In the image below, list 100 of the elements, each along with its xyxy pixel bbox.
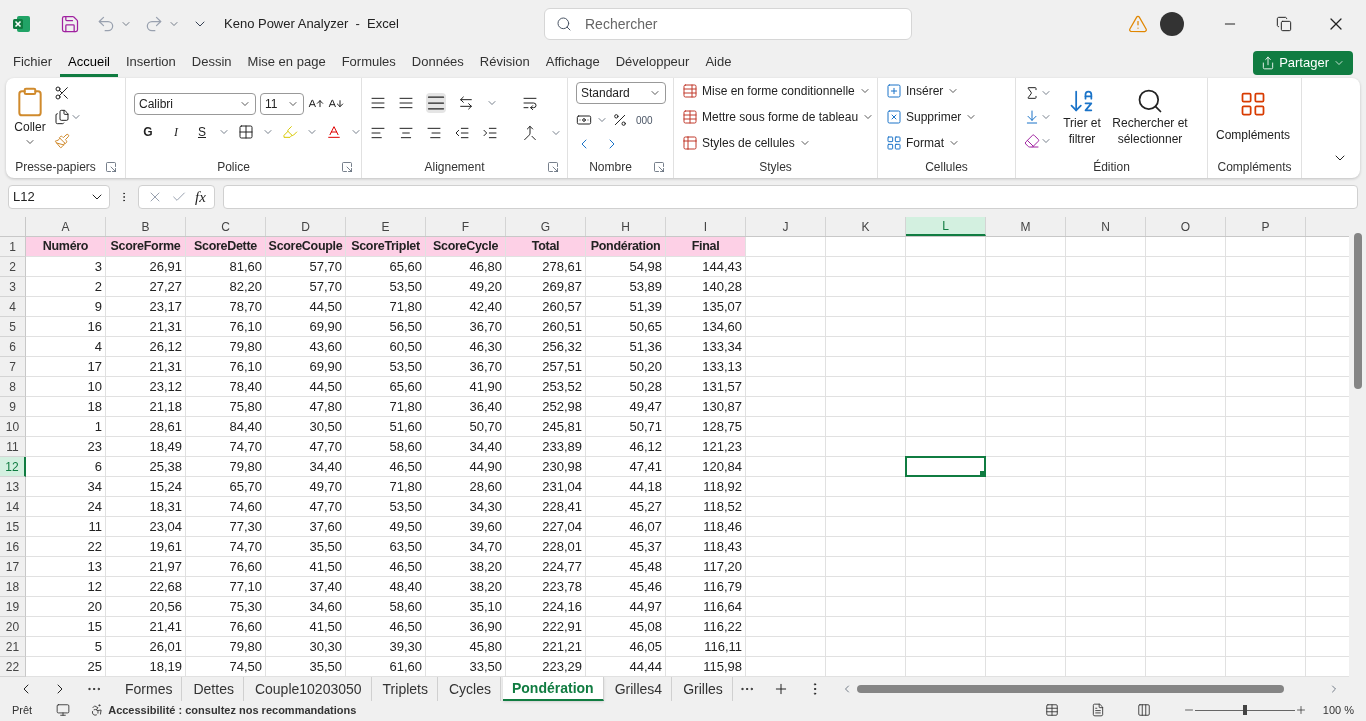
sheet-tab[interactable]: Pondération: [503, 677, 604, 701]
name-box[interactable]: L12: [8, 185, 110, 209]
ribbon-tab[interactable]: Affichage: [537, 49, 608, 77]
row-header[interactable]: 4: [0, 297, 26, 317]
zoom-in-icon[interactable]: [1294, 704, 1307, 716]
ribbon-tab[interactable]: Formules: [333, 49, 404, 77]
cells-menu-button[interactable]: Supprimer: [886, 108, 978, 126]
column-header[interactable]: J: [746, 217, 826, 236]
find-select-button[interactable]: Rechercher et sélectionner: [1108, 87, 1192, 147]
sort-filter-button[interactable]: Trier et filtrer: [1060, 87, 1104, 147]
empty-cells-area[interactable]: [746, 237, 1349, 677]
row-header[interactable]: 10: [0, 417, 26, 437]
column-header[interactable]: E: [346, 217, 426, 236]
sheet-tab[interactable]: Dettes: [184, 677, 244, 701]
align-bottom-icon[interactable]: [426, 93, 446, 113]
formula-input[interactable]: [222, 185, 1358, 209]
font-color-icon[interactable]: [326, 124, 342, 140]
align-center-icon[interactable]: [398, 125, 414, 141]
wrap-text-icon[interactable]: [522, 95, 538, 111]
row-header[interactable]: 5: [0, 317, 26, 337]
avatar[interactable]: [1160, 12, 1184, 36]
bold-button[interactable]: G: [138, 123, 158, 141]
align-top-icon[interactable]: [370, 95, 386, 111]
normal-view-icon[interactable]: [1044, 703, 1059, 717]
row-header[interactable]: 8: [0, 377, 26, 397]
align-middle-icon[interactable]: [398, 95, 414, 111]
page-break-icon[interactable]: [1136, 703, 1151, 717]
cells-menu-button[interactable]: Insérer: [886, 82, 978, 100]
row-header[interactable]: 19: [0, 597, 26, 617]
row-header[interactable]: 22: [0, 657, 26, 677]
eraser-icon[interactable]: [1024, 133, 1040, 149]
currency-icon[interactable]: [576, 112, 592, 128]
row-header[interactable]: 21: [0, 637, 26, 657]
column-header[interactable]: I: [666, 217, 746, 236]
fill-color-icon[interactable]: [282, 124, 298, 140]
column-header[interactable]: C: [186, 217, 266, 236]
decrease-indent-icon[interactable]: [454, 125, 470, 141]
add-ins-button[interactable]: Compléments: [1216, 90, 1291, 144]
dialog-launcher-icon[interactable]: [653, 161, 665, 173]
column-header[interactable]: B: [106, 217, 186, 236]
align-right-icon[interactable]: [426, 125, 442, 141]
number-format-dropdown[interactable]: Standard: [576, 82, 666, 104]
font-name-dropdown[interactable]: Calibri: [134, 93, 256, 115]
sheet-tab[interactable]: Grilles: [674, 677, 733, 701]
column-header[interactable]: N: [1066, 217, 1146, 236]
increase-indent-icon[interactable]: [482, 125, 498, 141]
row-header[interactable]: 13: [0, 477, 26, 497]
font-size-dropdown[interactable]: 11: [260, 93, 304, 115]
italic-button[interactable]: I: [166, 123, 186, 141]
zoom-slider[interactable]: [1194, 705, 1295, 715]
column-header[interactable]: G: [506, 217, 586, 236]
sum-icon[interactable]: [1024, 85, 1040, 101]
ribbon-tab[interactable]: Données: [403, 49, 472, 77]
search-field[interactable]: Rechercher: [544, 8, 912, 40]
ribbon-tab[interactable]: Révision: [471, 49, 538, 77]
insert-function-button[interactable]: fx: [195, 185, 206, 209]
column-header[interactable]: P: [1226, 217, 1306, 236]
paste-button[interactable]: Coller: [14, 86, 46, 148]
column-header[interactable]: O: [1146, 217, 1226, 236]
borders-icon[interactable]: [238, 124, 254, 140]
column-header[interactable]: D: [266, 217, 346, 236]
row-header[interactable]: 18: [0, 577, 26, 597]
ribbon-tab[interactable]: Fichier: [5, 49, 60, 77]
sheet-tab[interactable]: Formes: [116, 677, 183, 701]
row-header[interactable]: 20: [0, 617, 26, 637]
sheet-tab[interactable]: Cycles: [439, 677, 501, 701]
page-layout-icon[interactable]: [1090, 703, 1105, 717]
row-header[interactable]: 16: [0, 537, 26, 557]
column-header[interactable]: A: [26, 217, 106, 236]
styles-menu-button[interactable]: Mise en forme conditionnelle: [682, 82, 875, 100]
restore-icon[interactable]: [1276, 16, 1292, 32]
sheet-tab[interactable]: Couple10203050: [245, 677, 372, 701]
row-header[interactable]: 17: [0, 557, 26, 577]
active-cell[interactable]: [905, 456, 986, 477]
thousands-separator-button[interactable]: 000: [636, 112, 653, 128]
styles-menu-button[interactable]: Mettre sous forme de tableau: [682, 108, 875, 126]
column-header[interactable]: L: [906, 217, 986, 236]
sheet-tab[interactable]: Grilles4: [605, 677, 673, 701]
accessibility-status[interactable]: Accessibilité : consultez nos recommandations: [108, 701, 357, 719]
column-header[interactable]: M: [986, 217, 1066, 236]
row-header[interactable]: 7: [0, 357, 26, 377]
percent-icon[interactable]: [612, 112, 628, 128]
align-left-icon[interactable]: [370, 125, 386, 141]
dialog-launcher-icon[interactable]: [547, 161, 559, 173]
ribbon-tab[interactable]: Mise en page: [239, 49, 334, 77]
accessibility-icon[interactable]: [90, 703, 105, 717]
zoom-level[interactable]: 100 %: [1322, 701, 1354, 719]
row-header[interactable]: 11: [0, 437, 26, 457]
styles-menu-button[interactable]: Styles de cellules: [682, 134, 875, 152]
row-header[interactable]: 12: [0, 457, 26, 477]
column-header[interactable]: F: [426, 217, 506, 236]
save-icon[interactable]: [60, 14, 80, 34]
dialog-launcher-icon[interactable]: [105, 161, 117, 173]
underline-button[interactable]: S: [194, 123, 210, 141]
copy-icon[interactable]: [54, 109, 70, 125]
row-header[interactable]: 9: [0, 397, 26, 417]
sheet-tab[interactable]: Triplets: [373, 677, 438, 701]
spreadsheet-logo-icon[interactable]: [12, 14, 32, 34]
row-header[interactable]: 1: [0, 237, 26, 257]
ribbon-tab[interactable]: Développeur: [607, 49, 698, 77]
